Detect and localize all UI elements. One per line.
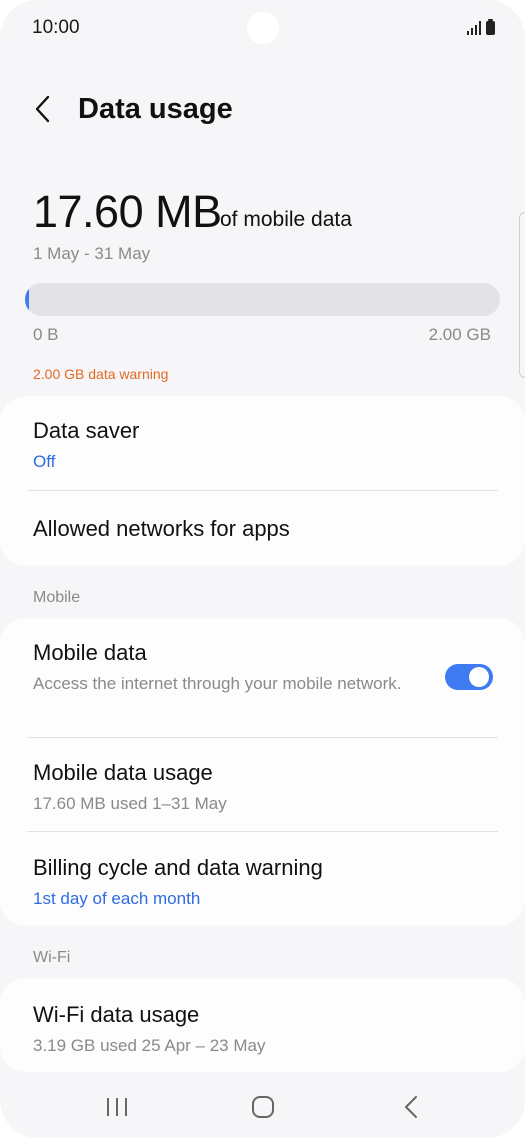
data-saver-title: Data saver: [33, 418, 140, 443]
status-bar: 10:00: [0, 0, 525, 56]
navigation-bar: [0, 1080, 525, 1136]
status-time: 10:00: [32, 17, 80, 38]
mobile-data-description: Access the internet through your mobile …: [33, 674, 402, 693]
home-button[interactable]: [243, 1092, 283, 1122]
divider: [27, 831, 498, 832]
data-warning-label: 2.00 GB data warning: [33, 366, 169, 382]
wifi-card: Wi-Fi data usage 3.19 GB used 25 Apr – 2…: [0, 978, 525, 1072]
section-label-mobile: Mobile: [33, 589, 81, 606]
allowed-networks-title: Allowed networks for apps: [33, 516, 290, 541]
wifi-data-usage-title: Wi-Fi data usage: [33, 1002, 200, 1027]
section-label-wifi: Wi-Fi: [33, 949, 71, 966]
page-title: Data usage: [78, 93, 233, 125]
mobile-data-usage-summary: 17.60 MB used 1–31 May: [33, 794, 227, 813]
app-header: Data usage: [0, 86, 525, 136]
signal-icon: [467, 21, 481, 35]
data-saver-status: Off: [33, 452, 56, 471]
usage-bar-max-label: 2.00 GB: [428, 325, 491, 344]
divider: [27, 737, 498, 738]
billing-cycle-title: Billing cycle and data warning: [33, 855, 323, 880]
chevron-left-icon: [35, 95, 50, 123]
billing-cycle-item[interactable]: Billing cycle and data warning 1st day o…: [33, 855, 497, 911]
scroll-indicator[interactable]: [519, 212, 525, 378]
usage-progress-bar: [25, 283, 500, 316]
mobile-data-usage-title: Mobile data usage: [33, 760, 213, 785]
recent-apps-button[interactable]: [98, 1092, 138, 1122]
usage-bar-min-label: 0 B: [33, 325, 59, 344]
billing-cycle-value: 1st day of each month: [33, 889, 201, 908]
usage-range: 1 May - 31 May: [33, 244, 151, 263]
home-icon: [252, 1096, 274, 1118]
wifi-data-usage-item[interactable]: Wi-Fi data usage 3.19 GB used 25 Apr – 2…: [33, 1002, 497, 1058]
data-saver-item[interactable]: Data saver Off: [33, 418, 497, 474]
usage-suffix: of mobile data: [220, 208, 352, 231]
back-button[interactable]: [28, 92, 60, 126]
mobile-card: Mobile data Access the internet through …: [0, 618, 525, 926]
camera-cutout: [247, 12, 279, 44]
nav-back-button[interactable]: [390, 1092, 430, 1122]
mobile-data-usage-item[interactable]: Mobile data usage 17.60 MB used 1–31 May: [33, 760, 497, 816]
wifi-data-usage-summary: 3.19 GB used 25 Apr – 23 May: [33, 1036, 266, 1055]
status-icons: [467, 19, 495, 35]
recent-apps-icon: [107, 1098, 127, 1116]
nav-back-icon: [405, 1096, 417, 1118]
mobile-data-title: Mobile data: [33, 640, 147, 665]
phone-screen: 10:00 Data usage 17.60 MB of mobile data…: [0, 0, 525, 1138]
mobile-data-item[interactable]: Mobile data Access the internet through …: [33, 640, 415, 696]
allowed-networks-item[interactable]: Allowed networks for apps: [33, 516, 497, 542]
divider: [27, 490, 498, 491]
usage-progress-fill: [25, 283, 30, 316]
battery-icon: [486, 19, 495, 35]
mobile-data-toggle[interactable]: [445, 664, 493, 690]
data-saver-card: Data saver Off Allowed networks for apps: [0, 396, 525, 566]
toggle-knob: [469, 667, 489, 687]
usage-amount: 17.60 MB: [33, 186, 222, 237]
